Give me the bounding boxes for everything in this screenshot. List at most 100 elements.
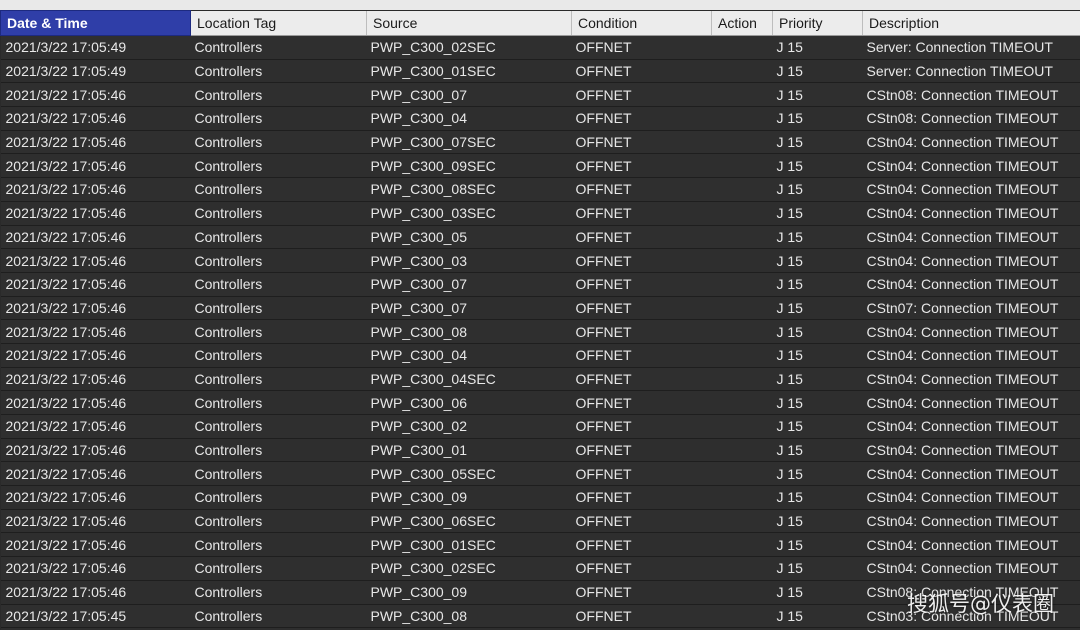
cell-source: PWP_C300_03 xyxy=(366,248,572,273)
cell-description: CStn04: Connection TIMEOUT xyxy=(862,130,1080,155)
alarm-row[interactable]: 2021/3/22 17:05:46 Controllers PWP_C300_08… xyxy=(0,319,1080,344)
cell-condition: OFFNET xyxy=(571,556,712,581)
cell-priority: J 15 xyxy=(772,509,863,534)
cell-priority: J 15 xyxy=(772,82,863,108)
cell-priority: J 15 xyxy=(772,296,863,321)
cell-location-tag: Controllers xyxy=(190,367,367,392)
alarm-row[interactable]: 2021/3/22 17:05:49 Controllers PWP_C300_01… xyxy=(0,59,1080,84)
cell-priority: J 15 xyxy=(772,225,863,250)
cell-location-tag: Controllers xyxy=(190,532,367,558)
cell-action xyxy=(711,59,773,84)
cell-date-time: 2021/3/22 17:05:46 xyxy=(0,225,191,250)
column-header-description[interactable]: Description xyxy=(862,10,1080,36)
cell-location-tag: Controllers xyxy=(190,35,367,60)
column-header-action[interactable]: Action xyxy=(711,10,773,36)
cell-action xyxy=(711,201,773,226)
alarm-row[interactable]: 2021/3/22 17:05:46 Controllers PWP_C300_05… xyxy=(0,225,1080,250)
cell-action xyxy=(711,82,773,108)
cell-description: CStn08: Connection TIMEOUT xyxy=(862,106,1080,131)
watermark-text: 搜狐号@仪表圈 xyxy=(907,592,1054,616)
alarm-row[interactable]: 2021/3/22 17:05:46 Controllers PWP_C300_07… xyxy=(0,272,1080,297)
column-header-date-time[interactable]: Date & Time xyxy=(0,10,191,36)
column-header-priority[interactable]: Priority xyxy=(772,10,863,36)
cell-action xyxy=(711,390,773,415)
cell-date-time: 2021/3/22 17:05:46 xyxy=(0,343,191,368)
alarm-summary-view: Date & Time Location Tag Source Conditio… xyxy=(0,0,1080,630)
alarm-table: Date & Time Location Tag Source Conditio… xyxy=(0,10,1080,630)
cell-source: PWP_C300_01SEC xyxy=(366,532,572,558)
alarm-row[interactable]: 2021/3/22 17:05:46 Controllers PWP_C300_06… xyxy=(0,509,1080,534)
cell-description: CStn04: Connection TIMEOUT xyxy=(862,248,1080,273)
cell-location-tag: Controllers xyxy=(190,82,367,108)
cell-location-tag: Controllers xyxy=(190,580,367,605)
cell-date-time: 2021/3/22 17:05:46 xyxy=(0,438,191,463)
alarm-row[interactable]: 2021/3/22 17:05:46 Controllers PWP_C300_04… xyxy=(0,106,1080,131)
cell-condition: OFFNET xyxy=(571,509,712,534)
alarm-row[interactable]: 2021/3/22 17:05:46 Controllers PWP_C300_02… xyxy=(0,414,1080,439)
cell-date-time: 2021/3/22 17:05:46 xyxy=(0,390,191,415)
cell-action xyxy=(711,153,773,179)
cell-priority: J 15 xyxy=(772,59,863,84)
cell-location-tag: Controllers xyxy=(190,461,367,487)
cell-source: PWP_C300_09SEC xyxy=(366,153,572,179)
alarm-row[interactable]: 2021/3/22 17:05:46 Controllers PWP_C300_07… xyxy=(0,82,1080,108)
cell-action xyxy=(711,604,773,629)
cell-condition: OFFNET xyxy=(571,461,712,487)
cell-source: PWP_C300_07 xyxy=(366,296,572,321)
cell-action xyxy=(711,485,773,510)
cell-location-tag: Controllers xyxy=(190,177,367,202)
cell-action xyxy=(711,130,773,155)
alarm-row[interactable]: 2021/3/22 17:05:46 Controllers PWP_C300_05… xyxy=(0,461,1080,487)
cell-source: PWP_C300_08 xyxy=(366,319,572,344)
cell-priority: J 15 xyxy=(772,580,863,605)
cell-action xyxy=(711,556,773,581)
cell-description: CStn08: Connection TIMEOUT xyxy=(862,82,1080,108)
alarm-row[interactable]: 2021/3/22 17:05:46 Controllers PWP_C300_01… xyxy=(0,532,1080,558)
alarm-row[interactable]: 2021/3/22 17:05:46 Controllers PWP_C300_04… xyxy=(0,343,1080,368)
cell-date-time: 2021/3/22 17:05:46 xyxy=(0,319,191,344)
alarm-row[interactable]: 2021/3/22 17:05:46 Controllers PWP_C300_03… xyxy=(0,201,1080,226)
cell-description: CStn04: Connection TIMEOUT xyxy=(862,390,1080,415)
cell-description: CStn04: Connection TIMEOUT xyxy=(862,461,1080,487)
cell-priority: J 15 xyxy=(772,532,863,558)
alarm-row[interactable]: 2021/3/22 17:05:46 Controllers PWP_C300_01… xyxy=(0,438,1080,463)
cell-priority: J 15 xyxy=(772,367,863,392)
alarm-row[interactable]: 2021/3/22 17:05:46 Controllers PWP_C300_08… xyxy=(0,177,1080,202)
cell-priority: J 15 xyxy=(772,319,863,344)
cell-action xyxy=(711,509,773,534)
alarm-row[interactable]: 2021/3/22 17:05:46 Controllers PWP_C300_06… xyxy=(0,390,1080,415)
alarm-row[interactable]: 2021/3/22 17:05:46 Controllers PWP_C300_04… xyxy=(0,367,1080,392)
cell-location-tag: Controllers xyxy=(190,272,367,297)
cell-date-time: 2021/3/22 17:05:46 xyxy=(0,82,191,108)
cell-action xyxy=(711,106,773,131)
alarm-row[interactable]: 2021/3/22 17:05:46 Controllers PWP_C300_07… xyxy=(0,130,1080,155)
cell-condition: OFFNET xyxy=(571,225,712,250)
alarm-row[interactable]: 2021/3/22 17:05:46 Controllers PWP_C300_09… xyxy=(0,485,1080,510)
cell-description: CStn04: Connection TIMEOUT xyxy=(862,319,1080,344)
cell-source: PWP_C300_08 xyxy=(366,604,572,629)
column-header-source[interactable]: Source xyxy=(366,10,572,36)
cell-priority: J 15 xyxy=(772,438,863,463)
cell-date-time: 2021/3/22 17:05:46 xyxy=(0,177,191,202)
cell-description: CStn04: Connection TIMEOUT xyxy=(862,414,1080,439)
alarm-row[interactable]: 2021/3/22 17:05:46 Controllers PWP_C300_03… xyxy=(0,248,1080,273)
cell-priority: J 15 xyxy=(772,390,863,415)
column-header-condition[interactable]: Condition xyxy=(571,10,712,36)
alarm-row[interactable]: 2021/3/22 17:05:46 Controllers PWP_C300_07… xyxy=(0,296,1080,321)
cell-description: CStn04: Connection TIMEOUT xyxy=(862,556,1080,581)
alarm-row[interactable]: 2021/3/22 17:05:46 Controllers PWP_C300_09… xyxy=(0,153,1080,179)
alarm-row[interactable]: 2021/3/22 17:05:46 Controllers PWP_C300_02… xyxy=(0,556,1080,581)
cell-description: CStn04: Connection TIMEOUT xyxy=(862,485,1080,510)
cell-location-tag: Controllers xyxy=(190,485,367,510)
cell-priority: J 15 xyxy=(772,35,863,60)
cell-condition: OFFNET xyxy=(571,414,712,439)
column-header-location-tag[interactable]: Location Tag xyxy=(190,10,367,36)
alarm-row[interactable]: 2021/3/22 17:05:49 Controllers PWP_C300_02… xyxy=(0,35,1080,60)
cell-location-tag: Controllers xyxy=(190,106,367,131)
cell-condition: OFFNET xyxy=(571,130,712,155)
cell-location-tag: Controllers xyxy=(190,59,367,84)
cell-source: PWP_C300_07SEC xyxy=(366,130,572,155)
cell-location-tag: Controllers xyxy=(190,130,367,155)
cell-condition: OFFNET xyxy=(571,106,712,131)
cell-date-time: 2021/3/22 17:05:46 xyxy=(0,248,191,273)
